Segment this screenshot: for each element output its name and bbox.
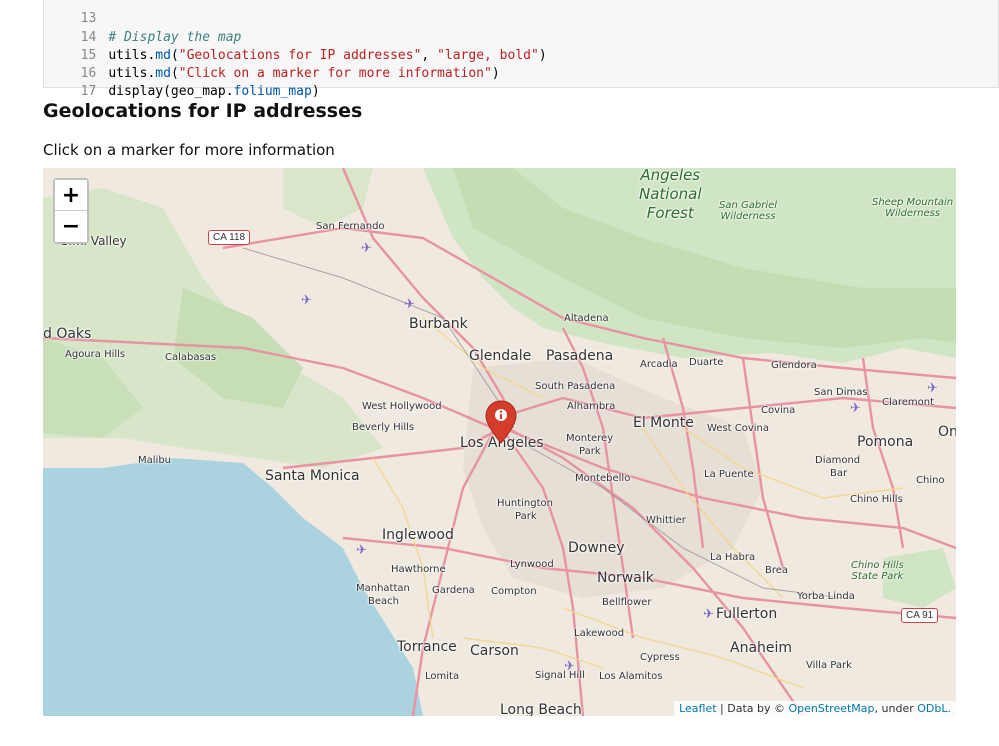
map-label: Norwalk bbox=[597, 570, 654, 586]
map-container[interactable]: CA 118 CA 91 ✈ ✈ ✈ ✈ ✈ ✈ ✈ ✈ Angeles Nat… bbox=[43, 168, 956, 716]
map-label: Los Alamitos bbox=[599, 671, 663, 682]
zoom-control: + − bbox=[53, 178, 89, 244]
map-label: On bbox=[938, 424, 956, 440]
airport-icon: ✈ bbox=[356, 542, 367, 557]
map-label: Diamond bbox=[815, 455, 861, 466]
odbl-link[interactable]: ODbL. bbox=[917, 702, 951, 715]
map-label: Calabasas bbox=[165, 352, 217, 363]
map-label: El Monte bbox=[633, 415, 694, 431]
code-line-13: 13 bbox=[44, 0, 108, 26]
highway-shield-ca118: CA 118 bbox=[208, 230, 251, 245]
code-line-17: 17 display(geo_map.folium_map) bbox=[44, 65, 320, 99]
map-label: Park bbox=[515, 511, 537, 522]
info-icon bbox=[495, 409, 507, 421]
attribution-text: | Data by © bbox=[716, 702, 789, 715]
map-label: Anaheim bbox=[730, 640, 793, 656]
code-line-15: 15 utils.md("Geolocations for IP addresse… bbox=[44, 29, 547, 63]
map-label: Chino Hills bbox=[850, 494, 903, 505]
map-label: Montebello bbox=[575, 473, 631, 484]
map-label: Long Beach bbox=[500, 702, 582, 716]
map-label: Signal Hill bbox=[535, 670, 585, 681]
code-paren: ) bbox=[491, 66, 500, 81]
map-label: Chino bbox=[916, 475, 945, 486]
map-label: Altadena bbox=[564, 313, 609, 324]
airport-icon: ✈ bbox=[404, 296, 415, 311]
map-label: Carson bbox=[470, 643, 519, 659]
map-label: San Fernando bbox=[316, 221, 385, 232]
map-label: Villa Park bbox=[806, 660, 852, 671]
code-function: folium_map bbox=[233, 84, 312, 99]
map-label-angeles-national-forest: Angeles National Forest bbox=[639, 168, 702, 222]
airport-icon: ✈ bbox=[850, 400, 861, 415]
attribution-text: , under bbox=[874, 702, 918, 715]
airport-icon: ✈ bbox=[301, 292, 312, 307]
map-label: Beverly Hills bbox=[352, 422, 415, 433]
airport-icon: ✈ bbox=[703, 606, 714, 621]
line-number: 17 bbox=[80, 84, 97, 99]
map-label: Yorba Linda bbox=[797, 591, 855, 602]
code-paren: ) bbox=[538, 48, 547, 63]
map-label: Glendale bbox=[469, 348, 532, 364]
map-label: San Dimas bbox=[814, 387, 868, 398]
map-label-san-gabriel-wilderness: San Gabriel Wilderness bbox=[719, 200, 778, 222]
highway-shield-ca91: CA 91 bbox=[901, 608, 939, 623]
map-label: Hawthorne bbox=[391, 564, 446, 575]
map-label: Santa Monica bbox=[265, 468, 360, 484]
map-label-sheep-mountain-wilderness: Sheep Mountain Wilderness bbox=[872, 197, 954, 219]
map-label: Claremont bbox=[882, 397, 935, 408]
leaflet-link[interactable]: Leaflet bbox=[679, 702, 716, 715]
output-subtitle: Click on a marker for more information bbox=[43, 141, 335, 159]
map-label: Pasadena bbox=[546, 348, 614, 364]
map-label: Inglewood bbox=[382, 527, 454, 543]
map-label: Beach bbox=[368, 596, 399, 607]
map-label: West Covina bbox=[707, 423, 770, 434]
map-label: Lynwood bbox=[510, 559, 554, 570]
openstreetmap-link[interactable]: OpenStreetMap bbox=[789, 702, 875, 715]
map-label: d Oaks bbox=[43, 326, 92, 342]
airport-icon: ✈ bbox=[927, 380, 938, 395]
map-label: Whittier bbox=[646, 515, 686, 526]
code-cell[interactable]: 13 14 # Display the map 15 utils.md("Geolo… bbox=[43, 0, 999, 99]
code-line-14: 14 # Display the map bbox=[44, 11, 242, 45]
marker-pin-icon bbox=[485, 400, 517, 444]
map-label: Lakewood bbox=[574, 628, 625, 639]
map-attribution: Leaflet | Data by © OpenStreetMap, under… bbox=[674, 701, 956, 716]
code-object: display(geo_map. bbox=[108, 84, 234, 99]
map-label-chino-hills-state-park: Chino Hills State Park bbox=[851, 560, 904, 582]
map-label: Arcadia bbox=[640, 359, 678, 370]
map-label: Bellflower bbox=[602, 597, 652, 608]
map-label: Gardena bbox=[432, 585, 475, 596]
map-label: Alhambra bbox=[567, 401, 616, 412]
map-label: Cypress bbox=[640, 652, 680, 663]
map-label: La Puente bbox=[704, 469, 754, 480]
map-label: Monterey bbox=[566, 433, 614, 444]
map-label: Fullerton bbox=[716, 606, 778, 622]
zoom-out-button[interactable]: − bbox=[55, 211, 87, 242]
map-label: Torrance bbox=[397, 639, 457, 655]
map-label: Duarte bbox=[689, 357, 724, 368]
map-label: Park bbox=[579, 446, 601, 457]
map-label: West Hollywood bbox=[362, 401, 442, 412]
code-paren: ) bbox=[311, 84, 320, 99]
airport-icon: ✈ bbox=[361, 240, 372, 255]
map-label: Bar bbox=[830, 468, 848, 479]
map-label: Lomita bbox=[425, 671, 460, 682]
zoom-in-button[interactable]: + bbox=[55, 180, 87, 211]
map-label: Agoura Hills bbox=[65, 349, 126, 360]
map-label: Compton bbox=[491, 586, 537, 597]
map-label: Brea bbox=[765, 565, 789, 576]
map-label: Huntington bbox=[497, 498, 553, 509]
map-label: Manhattan bbox=[356, 583, 410, 594]
map-label: Downey bbox=[568, 540, 625, 556]
map-label: Burbank bbox=[409, 316, 468, 332]
map-label: Covina bbox=[761, 405, 796, 416]
map-label: La Habra bbox=[710, 552, 756, 563]
map-label: South Pasadena bbox=[535, 381, 616, 392]
map-label: Glendora bbox=[771, 360, 817, 371]
code-line-16: 16 utils.md("Click on a marker for more i… bbox=[44, 47, 500, 81]
map-label: Pomona bbox=[857, 434, 914, 450]
output-title: Geolocations for IP addresses bbox=[43, 100, 363, 122]
map-marker[interactable] bbox=[484, 400, 518, 449]
map-label: Malibu bbox=[138, 455, 171, 466]
